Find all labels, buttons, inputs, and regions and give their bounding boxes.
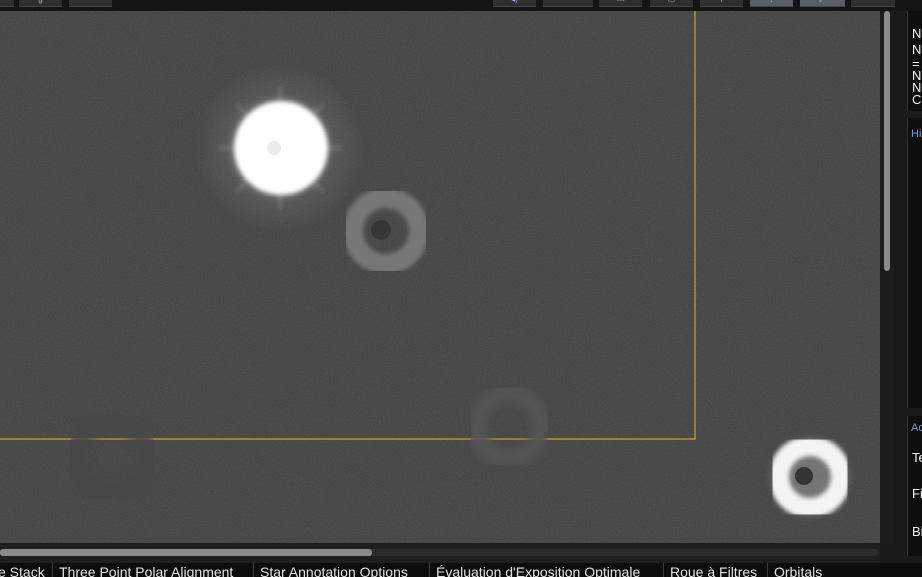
bright-star [195, 63, 365, 233]
acquisition-line: Fi [912, 486, 922, 501]
toolbar-btn-10[interactable]: ⤢ [800, 0, 845, 7]
info-line: C [912, 92, 922, 107]
toolbar-btn-8[interactable]: ı [700, 0, 743, 7]
histogram-panel: Hi [907, 118, 922, 408]
toolbar-btn-3[interactable] [69, 0, 112, 7]
donut-star-4 [769, 436, 851, 518]
acquisition-panel: Ac Te Fi Bi [907, 416, 922, 556]
info-line: N [912, 26, 922, 41]
tab-star-annotation-options[interactable]: Star Annotation Options [253, 563, 429, 577]
more-icon: · [872, 0, 875, 4]
toolbar-btn-9[interactable]: ↓ [750, 0, 793, 7]
toolbar-btn-7[interactable]: ▭ [650, 0, 693, 7]
donut-star-1 [343, 188, 429, 274]
toolbar-btn-2[interactable]: g [19, 0, 62, 7]
tab-optimal-exposure-evaluation[interactable]: Évaluation d'Exposition Optimale [429, 563, 663, 577]
image-viewer[interactable] [0, 11, 880, 543]
acquisition-line: Te [912, 450, 922, 465]
vertical-scrollbar[interactable] [880, 11, 894, 543]
arrow-icon: ↓ [770, 0, 774, 4]
sound-icon: ◂) [511, 0, 518, 4]
grid-icon: ▪▪▪ [616, 0, 625, 4]
dock-tab-strip: e Stack Three Point Polar Alignment Star… [0, 563, 922, 577]
image-toolbar: g ◂) ▪▪▪ ▭ ı ↓ ⤢ · [0, 0, 922, 11]
sky-image [0, 11, 880, 543]
acquisition-heading: Ac [911, 422, 922, 434]
tab-three-point-polar-alignment[interactable]: Three Point Polar Alignment [52, 563, 252, 577]
pin-icon: ı [720, 0, 722, 4]
frame-icon: ▭ [668, 0, 676, 4]
sensor-noise [0, 11, 880, 543]
info-line: N [912, 42, 922, 57]
acquisition-line: Bi [912, 524, 922, 539]
tab-orbitals[interactable]: Orbitals [767, 563, 922, 577]
toolbar-btn-11[interactable]: · [851, 0, 895, 7]
tab-live-stack[interactable]: e Stack [0, 563, 52, 577]
vertical-scroll-thumb[interactable] [884, 11, 890, 271]
toolbar-btn-1[interactable] [0, 0, 14, 7]
info-panel: N N = N N C [907, 11, 922, 111]
toolbar-btn-6[interactable]: ▪▪▪ [599, 0, 642, 7]
horizontal-scrollbar[interactable] [0, 543, 880, 563]
target-icon: g [38, 0, 42, 4]
histogram-heading: Hi [911, 128, 922, 140]
toolbar-btn-5[interactable] [543, 0, 593, 7]
expand-icon: ⤢ [819, 0, 825, 4]
toolbar-btn-4[interactable]: ◂) [493, 0, 536, 7]
horizontal-scroll-thumb[interactable] [0, 549, 372, 556]
tab-filter-wheel[interactable]: Roue à Filtres [663, 563, 767, 577]
